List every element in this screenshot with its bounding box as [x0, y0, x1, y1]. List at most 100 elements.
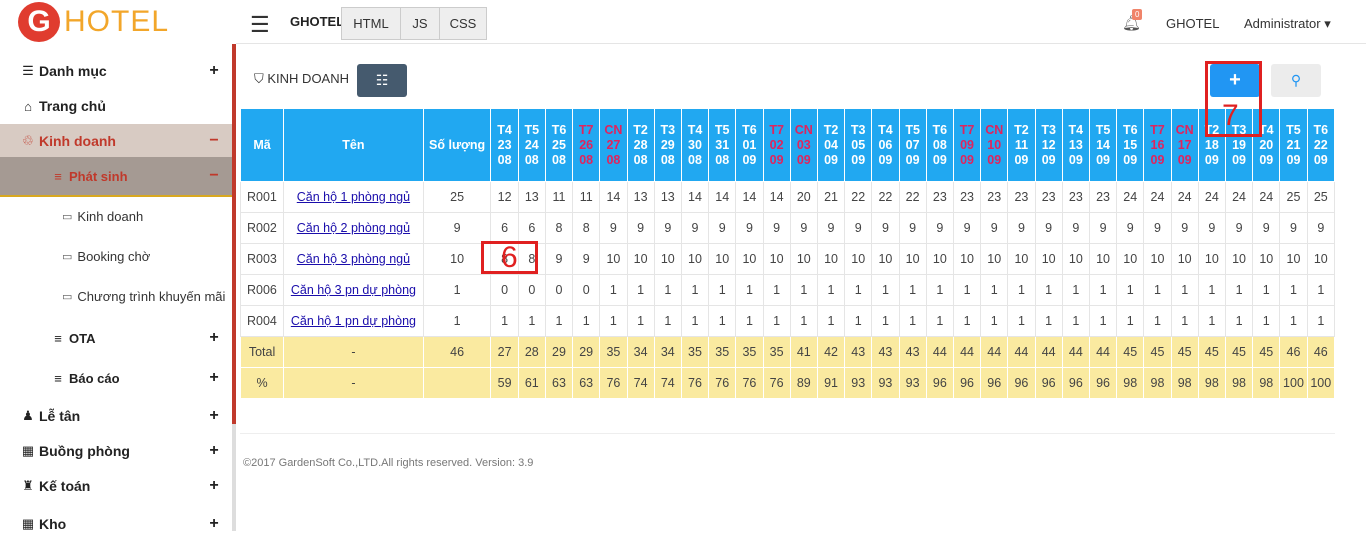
availability-cell[interactable]: 23	[952, 181, 982, 213]
availability-cell[interactable]: 1	[1088, 274, 1118, 306]
availability-cell[interactable]: 1	[925, 274, 954, 306]
logo[interactable]: G HOTEL	[18, 2, 169, 42]
menu-kho[interactable]: ▦ Kho +	[0, 512, 232, 536]
availability-cell[interactable]: 8	[517, 243, 546, 275]
availability-cell[interactable]: 1	[735, 305, 764, 337]
availability-cell[interactable]: 1	[1306, 274, 1336, 306]
list-view-button[interactable]: ☷	[357, 64, 407, 97]
menu-le-tan[interactable]: ♟ Lễ tân +	[0, 404, 232, 428]
availability-cell[interactable]: 23	[925, 181, 954, 213]
availability-cell[interactable]: 1	[599, 305, 628, 337]
availability-cell[interactable]: 10	[952, 243, 982, 275]
menu-ota[interactable]: ≡ OTA +	[0, 326, 232, 350]
availability-cell[interactable]: 9	[544, 243, 574, 275]
room-name-link[interactable]: Căn hộ 3 pn dự phòng	[291, 283, 416, 297]
availability-cell[interactable]: 9	[925, 212, 954, 244]
availability-cell[interactable]: 1	[1007, 305, 1036, 337]
availability-cell[interactable]: 10	[1116, 243, 1145, 275]
availability-cell[interactable]: 9	[1034, 212, 1063, 244]
availability-cell[interactable]: 1	[653, 274, 682, 306]
availability-cell[interactable]: 10	[789, 243, 818, 275]
availability-cell[interactable]: 10	[708, 243, 737, 275]
menu-phat-sinh[interactable]: ≡ Phát sinh −	[0, 157, 232, 197]
availability-cell[interactable]: 9	[1197, 212, 1226, 244]
availability-cell[interactable]: 14	[762, 181, 791, 213]
availability-cell[interactable]: 10	[680, 243, 710, 275]
availability-cell[interactable]: 1	[1252, 305, 1281, 337]
availability-cell[interactable]: 23	[1034, 181, 1063, 213]
availability-cell[interactable]: 13	[626, 181, 655, 213]
availability-cell[interactable]: 9	[980, 212, 1009, 244]
availability-cell[interactable]: 25	[1279, 181, 1308, 213]
availability-cell[interactable]: 1	[626, 305, 655, 337]
availability-cell[interactable]: 8	[572, 212, 601, 244]
availability-cell[interactable]: 10	[653, 243, 682, 275]
availability-cell[interactable]: 1	[789, 274, 818, 306]
availability-cell[interactable]: 13	[653, 181, 682, 213]
availability-cell[interactable]: 23	[1007, 181, 1036, 213]
availability-cell[interactable]: 1	[1170, 305, 1199, 337]
hotel-name[interactable]: GHOTEL	[1166, 16, 1219, 31]
availability-cell[interactable]: 10	[735, 243, 764, 275]
availability-cell[interactable]: 24	[1197, 181, 1226, 213]
availability-cell[interactable]: 9	[1143, 212, 1172, 244]
availability-cell[interactable]: 1	[816, 305, 846, 337]
availability-cell[interactable]: 1	[925, 305, 954, 337]
sidebar-item-booking-cho[interactable]: ▭ Booking chờ	[62, 249, 150, 264]
availability-cell[interactable]: 9	[1061, 212, 1090, 244]
availability-cell[interactable]: 10	[1143, 243, 1172, 275]
availability-cell[interactable]: 1	[980, 274, 1009, 306]
availability-cell[interactable]: 1	[1197, 274, 1226, 306]
availability-cell[interactable]: 24	[1170, 181, 1199, 213]
availability-cell[interactable]: 24	[1143, 181, 1172, 213]
room-name-link[interactable]: Căn hộ 2 phòng ngủ	[297, 221, 410, 235]
availability-cell[interactable]: 1	[952, 305, 982, 337]
availability-cell[interactable]: 9	[952, 212, 982, 244]
availability-cell[interactable]: 1	[1306, 305, 1336, 337]
availability-cell[interactable]: 1	[708, 305, 737, 337]
menu-trang-chu[interactable]: ⌂ Trang chủ	[0, 93, 232, 119]
availability-cell[interactable]: 6	[517, 212, 546, 244]
availability-cell[interactable]: 9	[762, 212, 791, 244]
availability-cell[interactable]: 10	[599, 243, 628, 275]
availability-cell[interactable]: 1	[1170, 274, 1199, 306]
availability-cell[interactable]: 8	[544, 212, 574, 244]
availability-cell[interactable]: 1	[1279, 274, 1308, 306]
availability-cell[interactable]: 10	[816, 243, 846, 275]
menu-kinh-doanh[interactable]: ♲ Kinh doanh −	[0, 124, 232, 157]
availability-cell[interactable]: 9	[653, 212, 682, 244]
availability-cell[interactable]: 1	[1224, 274, 1254, 306]
availability-cell[interactable]: 14	[599, 181, 628, 213]
availability-cell[interactable]: 1	[789, 305, 818, 337]
availability-cell[interactable]: 1	[708, 274, 737, 306]
availability-cell[interactable]: 9	[1007, 212, 1036, 244]
availability-cell[interactable]: 9	[816, 212, 846, 244]
room-name-link[interactable]: Căn hộ 1 phòng ngủ	[297, 190, 410, 204]
availability-cell[interactable]: 1	[680, 274, 710, 306]
availability-cell[interactable]: 22	[871, 181, 900, 213]
availability-cell[interactable]: 0	[572, 274, 601, 306]
availability-cell[interactable]: 9	[1279, 212, 1308, 244]
availability-cell[interactable]: 1	[1252, 274, 1281, 306]
availability-cell[interactable]: 9	[708, 212, 737, 244]
availability-cell[interactable]: 10	[1279, 243, 1308, 275]
availability-cell[interactable]: 1	[898, 305, 927, 337]
availability-cell[interactable]: 10	[1252, 243, 1281, 275]
availability-cell[interactable]: 1	[626, 274, 655, 306]
availability-cell[interactable]: 22	[898, 181, 927, 213]
tab-js[interactable]: JS	[400, 7, 440, 40]
sidebar-item-kinh-doanh[interactable]: ▭ Kinh doanh	[62, 209, 143, 224]
search-button[interactable]: ⚲	[1271, 64, 1321, 97]
availability-cell[interactable]: 23	[1061, 181, 1090, 213]
availability-cell[interactable]: 9	[680, 212, 710, 244]
availability-cell[interactable]: 10	[1224, 243, 1254, 275]
availability-cell[interactable]: 9	[871, 212, 900, 244]
availability-cell[interactable]: 0	[490, 274, 519, 306]
availability-cell[interactable]: 20	[789, 181, 818, 213]
availability-cell[interactable]: 24	[1116, 181, 1145, 213]
availability-cell[interactable]: 1	[816, 274, 846, 306]
availability-cell[interactable]: 1	[1007, 274, 1036, 306]
availability-cell[interactable]: 9	[789, 212, 818, 244]
availability-cell[interactable]: 21	[816, 181, 846, 213]
add-button[interactable]: +	[1210, 64, 1260, 97]
